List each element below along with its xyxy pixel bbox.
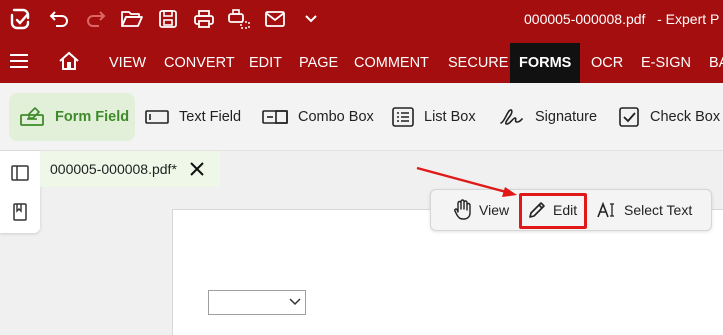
- hamburger-menu-icon[interactable]: [9, 38, 29, 83]
- menu-page[interactable]: PAGE: [299, 43, 338, 83]
- sidebar-toggle-icon[interactable]: [10, 163, 30, 183]
- list-box-icon: [392, 107, 414, 127]
- signature-icon: [500, 109, 523, 125]
- window-filename: 000005-000008.pdf: [524, 11, 646, 27]
- open-folder-icon[interactable]: [119, 0, 145, 38]
- title-bar: 000005-000008.pdf - Expert P: [0, 0, 723, 38]
- select-text-mode-label: Select Text: [624, 202, 693, 218]
- email-icon[interactable]: [262, 0, 288, 38]
- signature-button[interactable]: Signature: [499, 93, 597, 141]
- document-tab-label: 000005-000008.pdf*: [50, 161, 177, 177]
- check-box-icon: [619, 107, 639, 127]
- menu-secure[interactable]: SECURE: [448, 43, 508, 83]
- combo-box-icon: [262, 110, 288, 124]
- check-box-button[interactable]: Check Box: [618, 93, 720, 141]
- check-box-label: Check Box: [650, 109, 721, 125]
- list-box-label: List Box: [424, 109, 476, 125]
- combo-box-form-field[interactable]: [208, 290, 306, 315]
- window-title: 000005-000008.pdf - Expert P: [524, 0, 719, 38]
- text-field-label: Text Field: [179, 109, 242, 125]
- form-field-icon: [20, 107, 44, 126]
- close-icon[interactable]: [188, 160, 206, 178]
- menu-view[interactable]: VIEW: [109, 43, 146, 83]
- home-icon[interactable]: [58, 38, 80, 83]
- menu-convert[interactable]: CONVERT: [164, 43, 235, 83]
- redo-icon[interactable]: [83, 0, 109, 38]
- select-text-mode-button[interactable]: Select Text: [596, 192, 692, 228]
- combo-box-button[interactable]: Combo Box: [262, 93, 374, 141]
- signature-label: Signature: [535, 109, 598, 125]
- hand-icon: [454, 199, 471, 220]
- menu-bar: VIEW CONVERT EDIT PAGE COMMENT SECURE FO…: [0, 38, 723, 83]
- undo-icon[interactable]: [46, 0, 72, 38]
- document-tab[interactable]: 000005-000008.pdf*: [40, 151, 220, 187]
- text-field-button[interactable]: Text Field: [145, 93, 241, 141]
- edit-highlight-box: [519, 193, 587, 229]
- bookmark-icon[interactable]: [10, 202, 30, 222]
- combo-box-label: Combo Box: [298, 109, 374, 125]
- form-field-button[interactable]: Form Field: [9, 93, 135, 141]
- view-mode-label: View: [479, 202, 510, 218]
- scan-icon[interactable]: [226, 0, 252, 38]
- menu-ocr[interactable]: OCR: [591, 43, 623, 83]
- chevron-down-icon: [289, 298, 301, 306]
- menu-edit[interactable]: EDIT: [249, 43, 282, 83]
- text-field-icon: [145, 110, 169, 124]
- list-box-button[interactable]: List Box: [392, 93, 476, 141]
- menu-forms[interactable]: FORMS: [510, 43, 581, 83]
- window-app-title: - Expert P: [657, 11, 720, 27]
- form-field-label: Form Field: [55, 109, 130, 125]
- menu-batch[interactable]: BA: [709, 43, 723, 83]
- save-icon[interactable]: [155, 0, 181, 38]
- view-mode-button[interactable]: View: [453, 192, 509, 228]
- print-icon[interactable]: [191, 0, 217, 38]
- chevron-down-icon[interactable]: [300, 0, 322, 38]
- left-side-panel: [0, 151, 40, 233]
- forms-ribbon: Form Field Text Field Combo Box List Box…: [0, 83, 723, 151]
- select-text-icon: [597, 201, 614, 218]
- menu-comment[interactable]: COMMENT: [354, 43, 429, 83]
- app-logo-icon[interactable]: [6, 0, 34, 38]
- menu-esign[interactable]: E-SIGN: [641, 43, 691, 83]
